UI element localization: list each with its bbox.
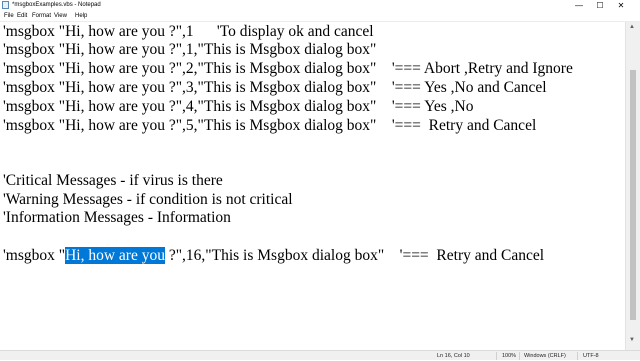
minimize-button[interactable]: — (569, 0, 589, 11)
code-line[interactable]: 'Critical Messages - if virus is there (3, 172, 223, 190)
scrollbar-thumb[interactable] (630, 70, 636, 320)
active-code-line[interactable]: 'msgbox "Hi, how are you ?",16,"This is … (3, 247, 544, 265)
maximize-button[interactable]: ☐ (590, 0, 610, 11)
menu-edit[interactable]: Edit (17, 11, 27, 21)
line-text-after-selection: ?",16,"This is Msgbox dialog box" '=== R… (164, 247, 545, 264)
title-bar[interactable]: *msgboxExamples.vbs - Notepad — ☐ ✕ (0, 0, 640, 11)
vertical-scrollbar[interactable]: ▲ ▼ (625, 22, 640, 350)
menu-help[interactable]: Help (75, 11, 87, 21)
code-line[interactable]: 'msgbox "Hi, how are you ?",5,"This is M… (3, 117, 536, 135)
code-line[interactable]: 'msgbox "Hi, how are you ?",4,"This is M… (3, 98, 473, 116)
menu-bar: File Edit Format View Help (0, 11, 640, 22)
line-text-before-selection: 'msgbox " (3, 247, 66, 264)
scroll-down-icon[interactable]: ▼ (629, 337, 635, 343)
menu-view[interactable]: View (54, 11, 67, 21)
code-line[interactable]: 'msgbox "Hi, how are you ?",1,"This is M… (3, 41, 376, 59)
selected-text[interactable]: Hi, how are you (65, 247, 165, 264)
menu-file[interactable]: File (4, 11, 14, 21)
code-line[interactable]: 'msgbox "Hi, how are you ?",2,"This is M… (3, 60, 573, 78)
code-line[interactable]: 'msgbox "Hi, how are you ?",3,"This is M… (3, 79, 547, 97)
status-divider (496, 352, 497, 360)
menu-format[interactable]: Format (32, 11, 51, 21)
close-button[interactable]: ✕ (611, 0, 631, 11)
code-line[interactable]: 'Information Messages - Information (3, 209, 231, 227)
code-line[interactable]: 'Warning Messages - if condition is not … (3, 191, 293, 209)
window-title: *msgboxExamples.vbs - Notepad (12, 2, 101, 8)
code-line[interactable]: 'msgbox "Hi, how are you ?",1 'To displa… (3, 23, 374, 41)
status-divider (519, 352, 520, 360)
text-editor[interactable]: 'msgbox "Hi, how are you ?",1 'To displa… (0, 22, 625, 350)
status-bar: Ln 16, Col 10 100% Windows (CRLF) UTF-8 (0, 350, 640, 360)
notepad-icon (2, 1, 9, 9)
status-divider (577, 352, 578, 360)
scroll-up-icon[interactable]: ▲ (629, 24, 635, 30)
